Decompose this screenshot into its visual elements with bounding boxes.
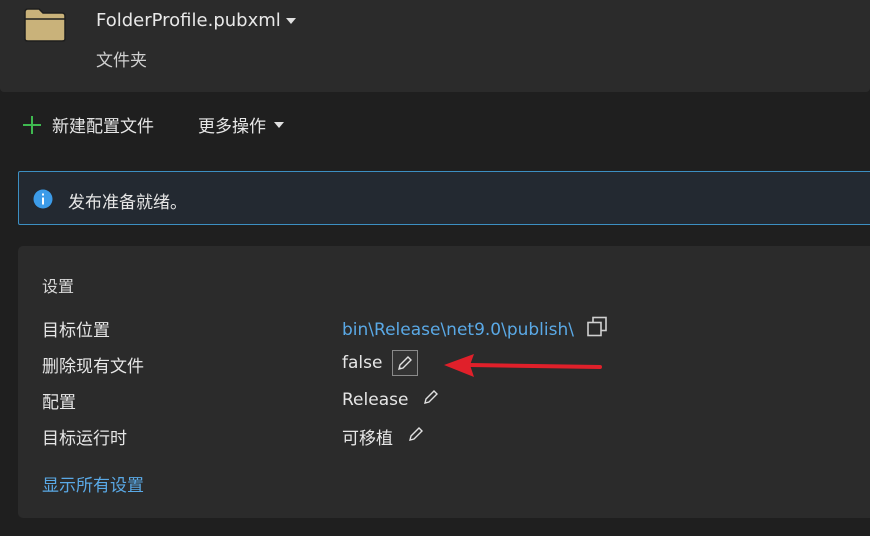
configuration-label: 配置 xyxy=(42,393,76,413)
profile-type: 文件夹 xyxy=(96,51,147,71)
configuration-text: Release xyxy=(342,389,409,410)
configuration-value: Release xyxy=(342,388,440,411)
target-runtime-text: 可移植 xyxy=(342,429,393,449)
settings-card: 设置 目标位置 bin\Release\net9.0\publish\ 删除现有… xyxy=(18,246,870,518)
edit-pencil-icon[interactable] xyxy=(407,425,425,448)
target-runtime-label: 目标运行时 xyxy=(42,429,127,449)
edit-pencil-icon[interactable] xyxy=(392,350,419,376)
chevron-down-icon xyxy=(274,121,284,128)
target-location-label: 目标位置 xyxy=(42,321,110,341)
chevron-down-icon[interactable] xyxy=(286,18,296,24)
info-bar: 发布准备就绪。 xyxy=(18,171,870,225)
new-profile-label: 新建配置文件 xyxy=(52,117,154,137)
plus-icon xyxy=(23,115,41,134)
target-location-value: bin\Release\net9.0\publish\ xyxy=(342,316,608,343)
profile-header: FolderProfile.pubxml 文件夹 xyxy=(0,0,870,92)
delete-existing-files-text: false xyxy=(342,353,383,373)
folder-icon xyxy=(24,8,66,42)
info-icon xyxy=(33,189,53,209)
show-all-settings-link[interactable]: 显示所有设置 xyxy=(42,471,144,496)
copy-icon[interactable] xyxy=(586,316,608,343)
delete-existing-files-value: false xyxy=(342,350,419,376)
info-message: 发布准备就绪。 xyxy=(68,193,187,213)
annotation-arrow xyxy=(444,354,602,377)
settings-title: 设置 xyxy=(42,277,75,296)
target-runtime-value: 可移植 xyxy=(342,424,425,449)
more-actions-label: 更多操作 xyxy=(198,117,266,137)
more-actions-button[interactable]: 更多操作 xyxy=(198,112,284,137)
edit-pencil-icon[interactable] xyxy=(422,388,440,411)
delete-existing-files-label: 删除现有文件 xyxy=(42,357,144,377)
new-profile-button[interactable]: 新建配置文件 xyxy=(22,112,154,137)
profile-name[interactable]: FolderProfile.pubxml xyxy=(96,10,281,31)
target-location-link[interactable]: bin\Release\net9.0\publish\ xyxy=(342,320,574,340)
